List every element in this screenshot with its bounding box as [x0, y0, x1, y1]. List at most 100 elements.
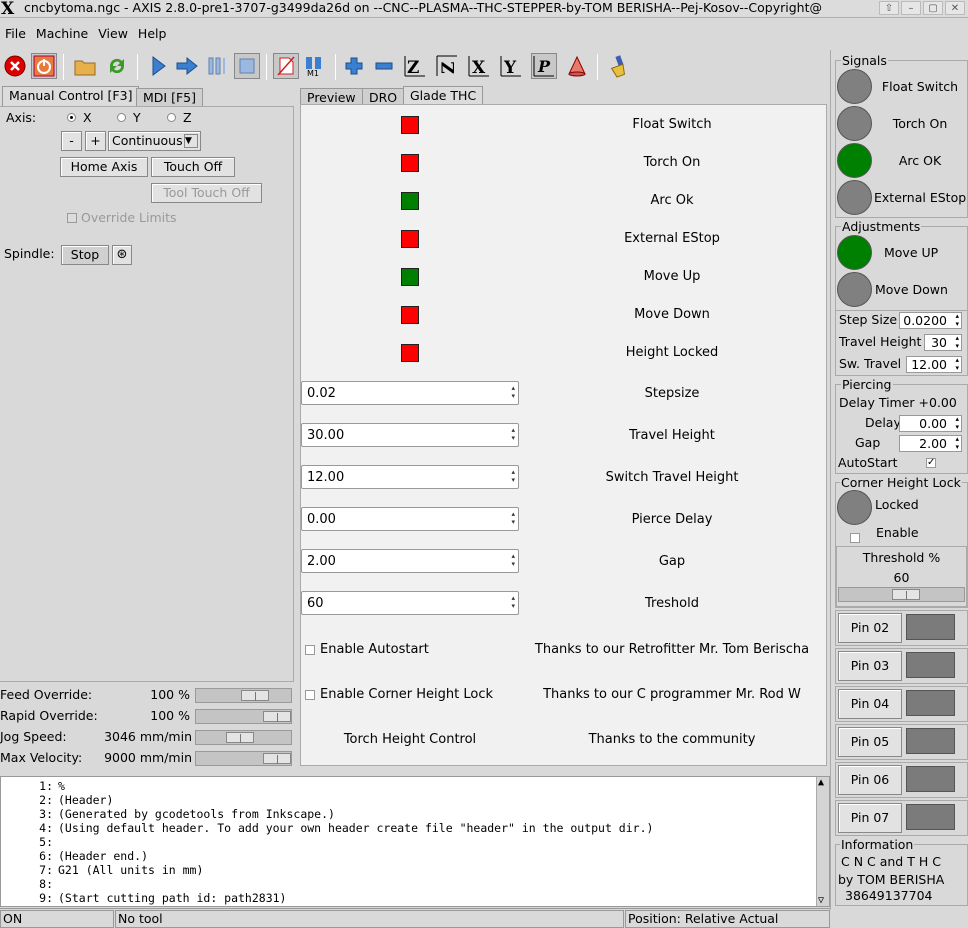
spin-arrows-icon[interactable]: ▴ ▾	[511, 426, 515, 442]
glade-spinbox-3[interactable]: 0.00 ▴ ▾	[301, 507, 519, 531]
information-title: Information	[840, 837, 915, 852]
jog-speed-value: 3046 mm/min	[104, 729, 192, 744]
scroll-down-icon[interactable]: ▽	[818, 895, 824, 906]
delay-spin[interactable]: 0.00	[899, 415, 962, 432]
clear-backplot-button[interactable]	[606, 53, 632, 79]
axis-y-radio[interactable]	[117, 113, 126, 122]
gcode-line[interactable]: 1:%	[1, 779, 65, 793]
menu-help[interactable]: Help	[133, 24, 172, 45]
max-velocity-value: 9000 mm/min	[104, 750, 192, 765]
menu-view[interactable]: View	[93, 24, 133, 45]
window-title: cncbytoma.ngc - AXIS 2.8.0-pre1-3707-g34…	[24, 0, 822, 15]
open-file-button[interactable]	[72, 53, 98, 79]
touch-off-button[interactable]: Touch Off	[151, 157, 235, 177]
pause-icon	[208, 57, 225, 75]
spindle-toggle-button[interactable]: ⊛	[112, 245, 132, 265]
view-y-button[interactable]: Y	[498, 53, 524, 79]
menu-machine[interactable]: Machine	[31, 24, 93, 45]
scroll-up-icon[interactable]: ▲	[818, 777, 824, 788]
enable-corner-lock-checkbox[interactable]	[305, 690, 315, 700]
gcode-line[interactable]: 8:	[1, 877, 58, 891]
travel-height-label: Travel Height	[839, 334, 922, 349]
stop-button[interactable]	[234, 53, 260, 79]
override-limits-checkbox[interactable]	[67, 213, 77, 223]
zoom-out-button[interactable]	[371, 53, 397, 79]
glade-led-2	[401, 192, 419, 210]
jog-minus-button[interactable]: -	[61, 131, 82, 151]
window-maximize-icon[interactable]: ▢	[923, 1, 943, 15]
view-z2-button[interactable]: Z	[434, 53, 460, 79]
gcode-line[interactable]: 5:	[1, 835, 58, 849]
glade-led-5	[401, 306, 419, 324]
gcode-line[interactable]: 3: (Generated by gcodetools from Inkscape…	[1, 807, 335, 821]
window-minimize-icon[interactable]: –	[901, 1, 921, 15]
glade-spinbox-2[interactable]: 12.00 ▴ ▾	[301, 465, 519, 489]
gcode-line[interactable]: 7: G21 (All units in mm)	[1, 863, 203, 877]
glade-spinbox-0[interactable]: 0.02 ▴ ▾	[301, 381, 519, 405]
glade-spinbox-5[interactable]: 60 ▴ ▾	[301, 591, 519, 615]
gcode-line[interactable]: 9: (Start cutting path id: path2831)	[1, 891, 286, 905]
block-delete-button[interactable]	[273, 53, 299, 79]
spin-arrows-icon[interactable]: ▴ ▾	[511, 552, 515, 568]
glade-spinbox-1[interactable]: 30.00 ▴ ▾	[301, 423, 519, 447]
gcode-scrollbar[interactable]: ▲ ▽	[816, 777, 829, 906]
step-size-spin[interactable]: 0.0200	[899, 312, 962, 329]
step-button[interactable]	[174, 53, 200, 79]
rotate-button[interactable]	[564, 53, 590, 79]
step-arrow-icon	[176, 56, 198, 76]
menu-file[interactable]: File	[0, 24, 31, 45]
gcode-line[interactable]: 4: (Using default header. To add your own…	[1, 821, 653, 835]
spin-arrows-icon[interactable]: ▴ ▾	[511, 594, 515, 610]
axis-z-radio[interactable]	[167, 113, 176, 122]
rotate-cone-icon	[568, 55, 586, 77]
pin-button-3[interactable]: Pin 05	[838, 727, 902, 757]
gcode-line[interactable]: 6: (Header end.)	[1, 849, 148, 863]
threshold-title: Threshold %	[862, 550, 941, 565]
threshold-slider[interactable]	[838, 587, 965, 602]
estop-button[interactable]	[2, 53, 28, 79]
machine-power-button[interactable]	[31, 53, 57, 79]
travel-height-spin[interactable]: 30	[924, 334, 962, 351]
axis-x-radio[interactable]	[67, 113, 76, 122]
gcode-line[interactable]: 2: (Header)	[1, 793, 113, 807]
jog-plus-button[interactable]: +	[85, 131, 106, 151]
pin-button-4[interactable]: Pin 06	[838, 765, 902, 795]
jog-speed-slider[interactable]	[195, 730, 292, 745]
corner-enable-checkbox[interactable]	[850, 533, 860, 543]
pause-button[interactable]	[204, 53, 230, 79]
autostart-checkbox[interactable]: ✓	[926, 458, 936, 468]
home-axis-button[interactable]: Home Axis	[60, 157, 148, 177]
tab-manual-control[interactable]: Manual Control [F3]	[2, 86, 140, 107]
max-velocity-slider[interactable]	[195, 751, 292, 766]
tab-mdi[interactable]: MDI [F5]	[136, 88, 203, 107]
spindle-stop-button[interactable]: Stop	[61, 245, 109, 265]
pin-button-0[interactable]: Pin 02	[838, 613, 902, 643]
enable-autostart-checkbox[interactable]	[305, 645, 315, 655]
signals-title: Signals	[841, 53, 888, 68]
pin-button-5[interactable]: Pin 07	[838, 803, 902, 833]
optional-stop-button[interactable]: M1	[302, 53, 328, 79]
run-button[interactable]	[145, 53, 171, 79]
spin-arrows-icon[interactable]: ▴ ▾	[511, 384, 515, 400]
gcode-line-number: 9:	[39, 891, 53, 905]
gap-spin[interactable]: 2.00	[899, 435, 962, 452]
reload-button[interactable]	[104, 53, 130, 79]
view-z-button[interactable]: Z	[402, 53, 428, 79]
gcode-listing[interactable]: 1:% 2: (Header) 3: (Generated by gcodetools …	[0, 776, 830, 907]
feed-override-slider[interactable]	[195, 688, 292, 703]
window-close-icon[interactable]: ✕	[945, 1, 965, 15]
pin-button-1[interactable]: Pin 03	[838, 651, 902, 681]
view-x-button[interactable]: X	[466, 53, 492, 79]
window-up-icon[interactable]: ⇧	[879, 1, 899, 15]
pin-button-2[interactable]: Pin 04	[838, 689, 902, 719]
rapid-override-slider[interactable]	[195, 709, 292, 724]
tool-touch-off-button[interactable]: Tool Touch Off	[151, 183, 262, 203]
spin-arrows-icon[interactable]: ▴ ▾	[511, 468, 515, 484]
gcode-line-number: 7:	[39, 863, 53, 877]
zoom-in-button[interactable]	[341, 53, 367, 79]
spin-arrows-icon[interactable]: ▴ ▾	[511, 510, 515, 526]
sw-travel-spin[interactable]: 12.00	[906, 356, 962, 373]
view-perspective-button[interactable]: P	[531, 53, 557, 79]
glade-spinbox-4[interactable]: 2.00 ▴ ▾	[301, 549, 519, 573]
jog-mode-select[interactable]: Continuous ▼	[108, 131, 201, 151]
